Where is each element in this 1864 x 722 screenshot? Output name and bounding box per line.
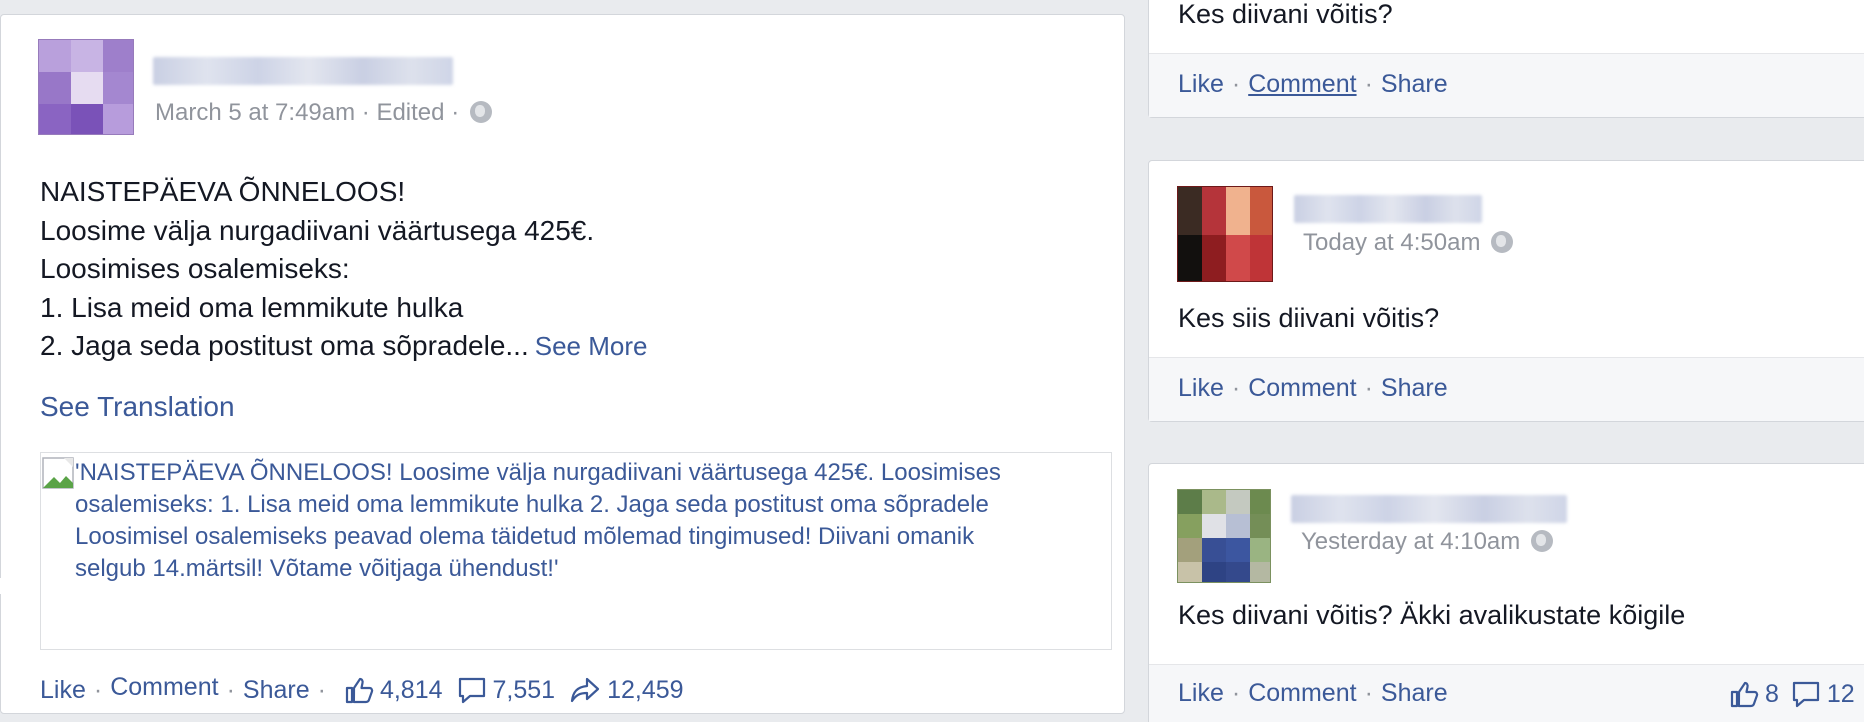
comment-link[interactable]: Comment xyxy=(1248,374,1356,403)
like-link[interactable]: Like xyxy=(40,676,86,705)
post-line: 2. Jaga seda postitust oma sõpradele... xyxy=(40,330,529,361)
edge-strip xyxy=(0,578,38,594)
broken-image-icon xyxy=(42,457,74,489)
meta-separator: · xyxy=(451,99,460,126)
share-link[interactable]: Share xyxy=(1381,679,1448,708)
comment-count-value: 7,551 xyxy=(492,675,556,704)
comment-count[interactable]: 12 xyxy=(1791,679,1855,709)
commenter-avatar[interactable] xyxy=(1177,186,1273,282)
thumbs-up-icon xyxy=(345,677,374,704)
like-count[interactable]: 4,814 xyxy=(344,675,443,705)
link-preview[interactable]: 'NAISTEPÄEVA ÕNNELOOS! Loosime välja nur… xyxy=(40,452,1112,650)
comment-link[interactable]: Comment xyxy=(1248,679,1356,708)
post-line: NAISTEPÄEVA ÕNNELOOS! xyxy=(40,176,406,207)
comment-card: Kes diivani võitis? Like · Comment · Sha… xyxy=(1148,0,1864,118)
link-preview-alt-text[interactable]: 'NAISTEPÄEVA ÕNNELOOS! Loosime välja nur… xyxy=(75,457,1115,585)
edited-label[interactable]: Edited xyxy=(376,99,444,126)
comment-timestamp[interactable]: Today at 4:50am xyxy=(1303,229,1480,256)
share-count[interactable]: 12,459 xyxy=(569,675,684,705)
comment-bubble-icon xyxy=(1792,681,1820,708)
globe-icon[interactable] xyxy=(1491,231,1514,253)
thumbs-up-icon xyxy=(1730,681,1759,708)
alt-text-line: 'NAISTEPÄEVA ÕNNELOOS! Loosime välja nur… xyxy=(75,459,1001,486)
post-line-last: 2. Jaga seda postitust oma sõpradele... S… xyxy=(40,327,1080,366)
comment-text: Kes siis diivani võitis? xyxy=(1178,303,1440,333)
share-link[interactable]: Share xyxy=(1381,70,1448,99)
comment-link[interactable]: Comment xyxy=(1248,70,1356,99)
post-actions: Like · Comment · Share · 4,814 7,551 12,… xyxy=(40,673,684,705)
post-timestamp[interactable]: March 5 at 7:49am xyxy=(155,99,355,126)
action-separator: · xyxy=(1364,70,1373,98)
share-arrow-icon xyxy=(570,677,600,703)
action-separator: · xyxy=(1231,679,1241,707)
main-post-card: March 5 at 7:49am · Edited · NAISTEPÄEVA… xyxy=(0,14,1125,714)
comment-actions: Like · Comment · Share xyxy=(1178,374,1448,403)
like-link[interactable]: Like xyxy=(1178,679,1224,708)
see-translation-link[interactable]: See Translation xyxy=(40,391,235,423)
share-link[interactable]: Share xyxy=(1381,374,1448,403)
action-separator: · xyxy=(1364,374,1373,402)
comment-count[interactable]: 7,551 xyxy=(457,675,556,705)
share-link[interactable]: Share xyxy=(243,676,310,705)
comment-footer: Like · Comment · Share xyxy=(1149,53,1864,117)
like-count-value: 4,814 xyxy=(379,675,443,704)
action-separator: · xyxy=(1364,679,1373,707)
post-line: 1. Lisa meid oma lemmikute hulka xyxy=(40,291,464,323)
comment-actions: Like · Comment · Share xyxy=(1178,70,1448,99)
like-link[interactable]: Like xyxy=(1178,70,1224,99)
comment-counts: 8 12 xyxy=(1719,679,1855,709)
action-separator: · xyxy=(317,675,326,704)
comment-footer: Like · Comment · Share 8 12 xyxy=(1149,664,1864,722)
comment-footer: Like · Comment · Share xyxy=(1149,357,1864,421)
comment-text: Kes diivani võitis? Äkki avalikustate kõ… xyxy=(1178,600,1686,630)
see-more-link[interactable]: See More xyxy=(535,331,648,361)
globe-icon[interactable] xyxy=(469,101,492,123)
meta-separator: · xyxy=(361,99,370,126)
action-separator: · xyxy=(226,675,235,704)
alt-text-line: osalemiseks: 1. Lisa meid oma lemmikute … xyxy=(75,491,989,518)
comment-text: Kes diivani võitis? xyxy=(1178,0,1393,29)
globe-icon[interactable] xyxy=(1530,530,1553,552)
comment-timestamp[interactable]: Yesterday at 4:10am xyxy=(1301,528,1520,555)
like-link[interactable]: Like xyxy=(1178,374,1224,403)
alt-text-line: Loosimisel osalemiseks peavad olema täid… xyxy=(75,523,975,550)
comment-card: Yesterday at 4:10am Kes diivani võitis? … xyxy=(1148,463,1864,722)
comment-link[interactable]: Comment xyxy=(110,673,218,702)
comment-card: Today at 4:50am Kes siis diivani võitis?… xyxy=(1148,160,1864,422)
comment-count-value: 12 xyxy=(1826,679,1855,708)
commenter-name-blurred[interactable] xyxy=(1294,195,1482,223)
author-avatar[interactable] xyxy=(38,39,134,135)
commenter-avatar[interactable] xyxy=(1177,489,1271,583)
post-line: Loosime välja nurgadiivani väärtusega 42… xyxy=(40,214,595,246)
like-count-value: 8 xyxy=(1765,679,1779,708)
comment-meta: Today at 4:50am xyxy=(1303,229,1514,257)
post-body: NAISTEPÄEVA ÕNNELOOS! Loosime välja nurg… xyxy=(40,173,1080,366)
author-name-blurred[interactable] xyxy=(153,57,453,85)
share-count-value: 12,459 xyxy=(607,675,684,704)
post-line: Loosimises osalemiseks: xyxy=(40,253,350,284)
comment-actions: Like · Comment · Share xyxy=(1178,679,1448,708)
commenter-name-blurred[interactable] xyxy=(1291,495,1567,523)
action-separator: · xyxy=(1231,70,1241,98)
alt-text-line: selgub 14.märtsil! Võtame võitjaga ühend… xyxy=(75,555,559,582)
like-count[interactable]: 8 xyxy=(1729,679,1779,709)
comment-bubble-icon xyxy=(458,677,485,704)
post-meta: March 5 at 7:49am · Edited · xyxy=(155,99,492,127)
action-separator: · xyxy=(1231,374,1241,402)
comment-meta: Yesterday at 4:10am xyxy=(1301,528,1553,556)
action-separator: · xyxy=(93,675,103,704)
